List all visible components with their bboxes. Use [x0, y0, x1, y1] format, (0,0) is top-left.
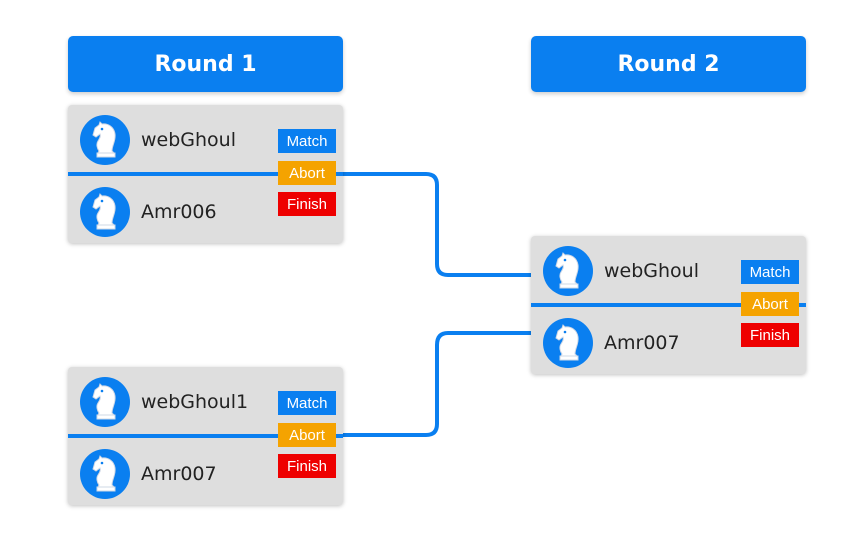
- match-button[interactable]: Match: [278, 391, 336, 415]
- match-card-r1-m1: webGhoul Amr006 Match Abort Finish: [68, 105, 343, 243]
- chess-knight-icon: [543, 318, 593, 368]
- player-name: webGhoul: [141, 129, 236, 151]
- player-bottom: Amr007: [80, 448, 217, 500]
- round-title: Round 2: [617, 51, 720, 77]
- finish-button[interactable]: Finish: [741, 323, 799, 347]
- match-button[interactable]: Match: [278, 129, 336, 153]
- round-2-header: Round 2: [531, 36, 806, 92]
- abort-button[interactable]: Abort: [278, 423, 336, 447]
- chess-knight-icon: [80, 115, 130, 165]
- chess-knight-icon: [80, 187, 130, 237]
- player-top: webGhoul: [80, 114, 236, 166]
- player-bottom: Amr007: [543, 317, 680, 369]
- match-card-r1-m2: webGhoul1 Amr007 Match Abort Finish: [68, 367, 343, 505]
- player-top: webGhoul1: [80, 376, 248, 428]
- player-name: Amr007: [604, 332, 680, 354]
- finish-button[interactable]: Finish: [278, 192, 336, 216]
- player-name: Amr007: [141, 463, 217, 485]
- player-top: webGhoul: [543, 245, 699, 297]
- chess-knight-icon: [80, 449, 130, 499]
- round-1-header: Round 1: [68, 36, 343, 92]
- match-card-r2-m1: webGhoul Amr007 Match Abort Finish: [531, 236, 806, 374]
- chess-knight-icon: [543, 246, 593, 296]
- match-button[interactable]: Match: [741, 260, 799, 284]
- player-name: webGhoul1: [141, 391, 249, 413]
- chess-knight-icon: [80, 377, 130, 427]
- abort-button[interactable]: Abort: [741, 292, 799, 316]
- abort-button[interactable]: Abort: [278, 161, 336, 185]
- player-name: webGhoul: [604, 260, 699, 282]
- player-name: Amr006: [141, 201, 217, 223]
- player-bottom: Amr006: [80, 186, 217, 238]
- finish-button[interactable]: Finish: [278, 454, 336, 478]
- round-title: Round 1: [154, 51, 257, 77]
